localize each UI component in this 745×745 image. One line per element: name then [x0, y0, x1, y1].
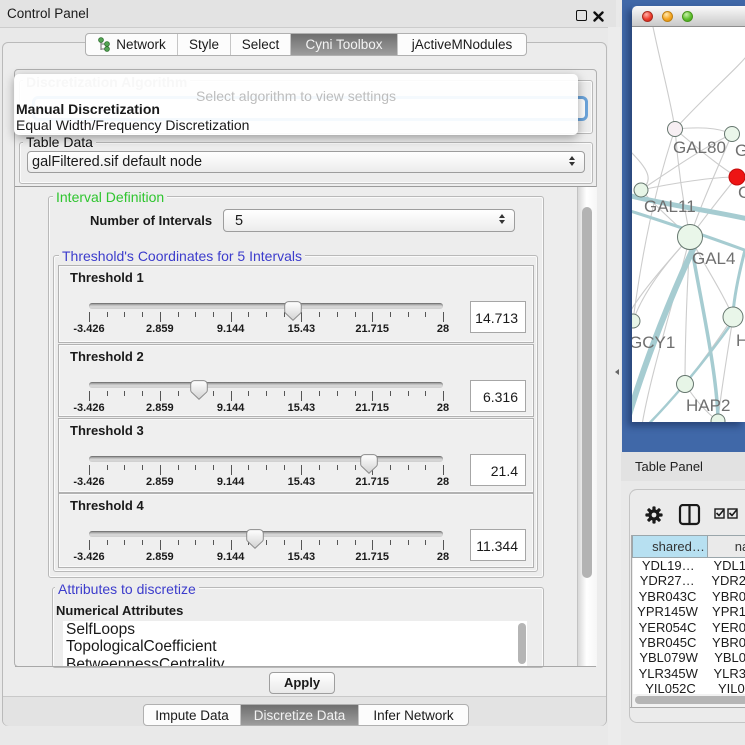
- svg-text:GAL4: GAL4: [692, 249, 735, 268]
- svg-text:GAL11: GAL11: [644, 197, 696, 216]
- svg-text:CY: CY: [738, 183, 745, 202]
- svg-text:H: H: [736, 331, 745, 350]
- svg-text:HAP2: HAP2: [686, 396, 730, 415]
- svg-text:GA: GA: [735, 141, 745, 160]
- svg-text:GCY1: GCY1: [632, 333, 675, 352]
- svg-text:GAL80: GAL80: [673, 138, 726, 157]
